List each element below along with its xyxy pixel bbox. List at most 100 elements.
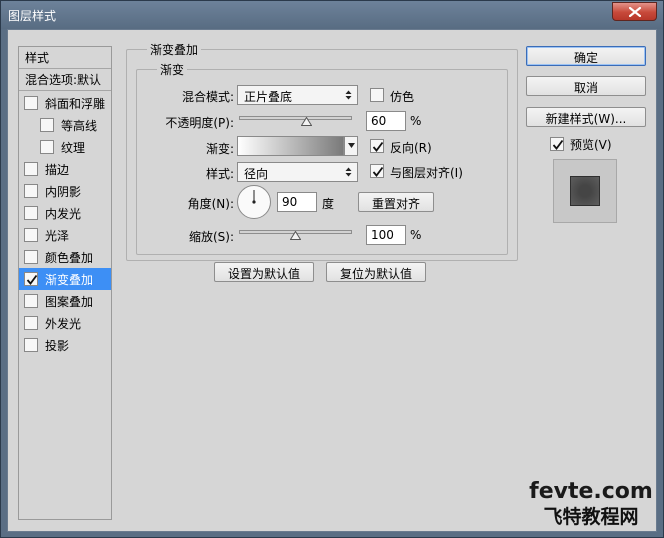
chevron-down-icon [348, 143, 355, 148]
texture-checkbox[interactable] [40, 140, 54, 154]
opacity-value: 60 [371, 114, 387, 128]
reverse-checkbox[interactable] [370, 139, 384, 153]
align-with-layer-label: 与图层对齐(I) [390, 166, 463, 180]
angle-dial[interactable] [237, 185, 271, 219]
stroke-label: 描边 [45, 163, 70, 177]
blend-mode-value: 正片叠底 [244, 90, 293, 104]
inner-glow-checkbox[interactable] [24, 206, 38, 220]
align-with-layer-checkbox[interactable] [370, 164, 384, 178]
drop-shadow-label: 投影 [45, 339, 70, 353]
outer-glow-checkbox[interactable] [24, 316, 38, 330]
new-style-button[interactable]: 新建样式(W)... [526, 107, 646, 127]
styles-header[interactable]: 样式 [19, 47, 111, 69]
list-item-bevel-emboss[interactable]: 斜面和浮雕 [19, 92, 111, 114]
dither-label: 仿色 [390, 90, 415, 104]
outer-glow-label: 外发光 [45, 317, 82, 331]
angle-label: 角度(N): [187, 197, 234, 211]
make-default-button[interactable]: 设置为默认值 [214, 262, 314, 282]
color-overlay-checkbox[interactable] [24, 250, 38, 264]
checkmark-icon [372, 141, 384, 152]
scale-value: 100 [371, 228, 394, 242]
inner-shadow-checkbox[interactable] [24, 184, 38, 198]
styles-header-label: 样式 [25, 51, 50, 65]
watermark-site-name: 飞特教程网 [543, 506, 639, 528]
cancel-label: 取消 [573, 81, 598, 95]
list-item-drop-shadow[interactable]: 投影 [19, 334, 111, 356]
close-button[interactable] [612, 2, 657, 21]
scale-input[interactable]: 100 [366, 225, 406, 245]
list-item-inner-glow[interactable]: 内发光 [19, 202, 111, 224]
layer-style-dialog: 图层样式 样式 混合选项:默认 斜面和浮雕 等高线 纹理 描边 内阴影 内发光 … [0, 0, 664, 538]
dialog-body: 样式 混合选项:默认 斜面和浮雕 等高线 纹理 描边 内阴影 内发光 光泽 颜色… [7, 29, 657, 532]
scale-label: 缩放(S): [188, 230, 234, 244]
style-value: 径向 [244, 167, 269, 181]
color-overlay-label: 颜色叠加 [45, 251, 94, 265]
gradient-group-title: 渐变 [157, 61, 188, 78]
blend-mode-label: 混合模式: [181, 90, 234, 104]
list-item-stroke[interactable]: 描边 [19, 158, 111, 180]
style-select[interactable]: 径向 [237, 162, 358, 182]
satin-label: 光泽 [45, 229, 70, 243]
pattern-overlay-checkbox[interactable] [24, 294, 38, 308]
gradient-overlay-checkbox[interactable] [24, 272, 38, 286]
gradient-label: 渐变: [205, 142, 234, 156]
site-watermark: fevte.com 飞特教程网 [521, 479, 661, 535]
checkmark-icon [26, 274, 38, 285]
list-item-gradient-overlay[interactable]: 渐变叠加 [19, 268, 111, 290]
opacity-unit: % [410, 114, 422, 128]
cancel-button[interactable]: 取消 [526, 76, 646, 96]
make-default-label: 设置为默认值 [227, 267, 300, 281]
reverse-label: 反向(R) [390, 141, 432, 155]
list-item-texture[interactable]: 纹理 [19, 136, 111, 158]
style-label: 样式: [205, 167, 234, 181]
blending-options-item[interactable]: 混合选项:默认 [19, 69, 111, 91]
blending-options-label: 混合选项:默认 [25, 73, 102, 87]
bevel-emboss-label: 斜面和浮雕 [45, 97, 106, 111]
ok-label: 确定 [573, 51, 598, 65]
scale-slider-thumb[interactable] [290, 231, 301, 240]
gradient-overlay-label: 渐变叠加 [45, 273, 94, 287]
gradient-swatch[interactable] [237, 136, 344, 156]
pattern-overlay-label: 图案叠加 [45, 295, 94, 309]
inner-shadow-label: 内阴影 [45, 185, 82, 199]
blend-mode-select[interactable]: 正片叠底 [237, 85, 358, 105]
bevel-emboss-checkbox[interactable] [24, 96, 38, 110]
opacity-input[interactable]: 60 [366, 111, 406, 131]
list-item-contour[interactable]: 等高线 [19, 114, 111, 136]
stroke-checkbox[interactable] [24, 162, 38, 176]
satin-checkbox[interactable] [24, 228, 38, 242]
drop-shadow-checkbox[interactable] [24, 338, 38, 352]
preview-label: 预览(V) [570, 138, 612, 152]
dither-checkbox[interactable] [370, 88, 384, 102]
updown-arrows-icon [345, 90, 352, 100]
list-item-color-overlay[interactable]: 颜色叠加 [19, 246, 111, 268]
reset-alignment-button[interactable]: 重置对齐 [358, 192, 434, 212]
close-icon [629, 7, 641, 17]
opacity-slider-track[interactable] [239, 116, 352, 120]
angle-input[interactable]: 90 [277, 192, 317, 212]
contour-checkbox[interactable] [40, 118, 54, 132]
ok-button[interactable]: 确定 [526, 46, 646, 66]
scale-unit: % [410, 228, 422, 242]
angle-dial-needle [252, 190, 256, 204]
style-preview [553, 159, 617, 223]
inner-glow-label: 内发光 [45, 207, 82, 221]
style-preview-sample [570, 176, 600, 206]
list-item-outer-glow[interactable]: 外发光 [19, 312, 111, 334]
reset-to-default-label: 复位为默认值 [339, 267, 412, 281]
window-title: 图层样式 [8, 9, 57, 23]
list-item-pattern-overlay[interactable]: 图案叠加 [19, 290, 111, 312]
reset-to-default-button[interactable]: 复位为默认值 [326, 262, 426, 282]
opacity-label: 不透明度(P): [165, 116, 234, 130]
opacity-slider-thumb[interactable] [301, 117, 313, 126]
list-item-inner-shadow[interactable]: 内阴影 [19, 180, 111, 202]
watermark-url: fevte.com [529, 479, 653, 504]
section-title: 渐变叠加 [147, 41, 202, 58]
styles-list: 样式 混合选项:默认 斜面和浮雕 等高线 纹理 描边 内阴影 内发光 光泽 颜色… [18, 46, 112, 520]
preview-checkbox[interactable] [550, 137, 564, 151]
gradient-picker-dropdown[interactable] [344, 136, 358, 156]
title-bar[interactable]: 图层样式 [1, 1, 663, 29]
angle-unit: 度 [322, 197, 335, 211]
angle-value: 90 [282, 195, 298, 209]
list-item-satin[interactable]: 光泽 [19, 224, 111, 246]
